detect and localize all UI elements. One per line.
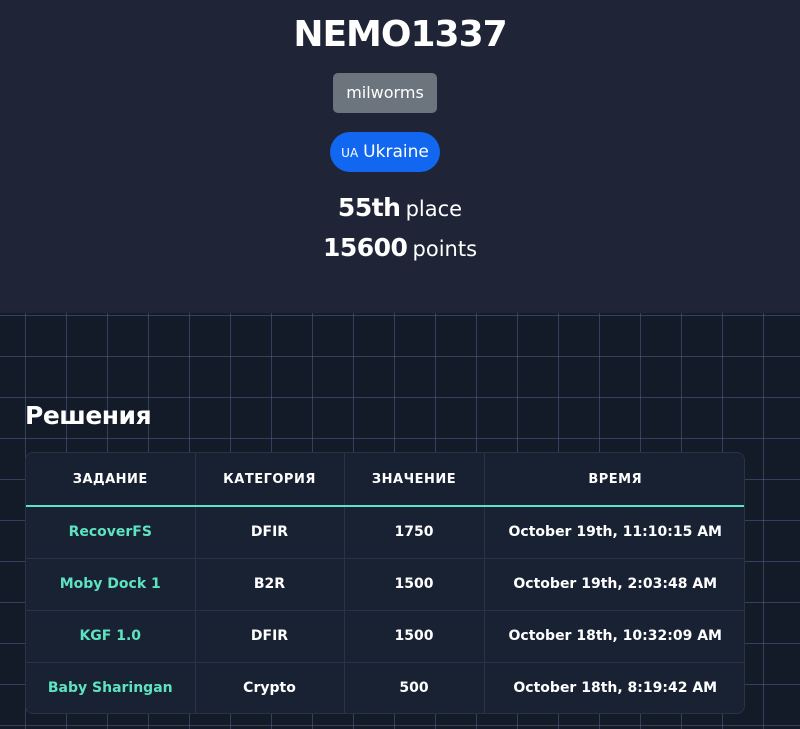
team-place: 55th place (0, 193, 800, 222)
column-header-task[interactable]: ЗАДАНИЕ (26, 453, 196, 507)
team-points: 15600 points (0, 233, 800, 262)
table-row: RecoverFS DFIR 1750 October 19th, 11:10:… (26, 506, 744, 558)
time-cell: October 19th, 2:03:48 AM (484, 557, 744, 610)
solves-title: Решения (25, 401, 152, 430)
country-badge[interactable]: UA Ukraine (330, 132, 440, 172)
value-cell: 1750 (344, 506, 485, 558)
table-row: Baby Sharingan Crypto 500 October 18th, … (26, 661, 744, 713)
category-cell: B2R (195, 557, 345, 610)
team-header: NEMO1337 milworms UA Ukraine 55th place 1… (0, 0, 800, 313)
points-label: points (412, 237, 478, 261)
value-cell: 1500 (344, 609, 485, 662)
country-code: UA (341, 146, 359, 160)
table-row: Moby Dock 1 B2R 1500 October 19th, 2:03:… (26, 557, 744, 610)
table-header-row: ЗАДАНИЕ КАТЕГОРИЯ ЗНАЧЕНИЕ ВРЕМЯ (26, 453, 744, 507)
task-link[interactable]: KGF 1.0 (26, 609, 196, 662)
category-cell: DFIR (195, 609, 345, 662)
task-link[interactable]: Moby Dock 1 (26, 557, 196, 610)
affiliation-badge[interactable]: milworms (333, 73, 437, 113)
value-cell: 500 (344, 661, 485, 713)
task-link[interactable]: Baby Sharingan (26, 661, 196, 713)
table-row: KGF 1.0 DFIR 1500 October 18th, 10:32:09… (26, 609, 744, 662)
solves-table: ЗАДАНИЕ КАТЕГОРИЯ ЗНАЧЕНИЕ ВРЕМЯ Recover… (25, 452, 745, 714)
task-link[interactable]: RecoverFS (26, 506, 196, 558)
column-header-value[interactable]: ЗНАЧЕНИЕ (344, 453, 485, 507)
category-cell: DFIR (195, 506, 345, 558)
place-number: 55th (337, 193, 401, 222)
column-header-time[interactable]: ВРЕМЯ (484, 453, 744, 507)
value-cell: 1500 (344, 557, 485, 610)
time-cell: October 18th, 10:32:09 AM (484, 609, 744, 662)
country-name: Ukraine (363, 142, 429, 162)
column-header-category[interactable]: КАТЕГОРИЯ (195, 453, 345, 507)
category-cell: Crypto (195, 661, 345, 713)
time-cell: October 19th, 11:10:15 AM (508, 524, 722, 541)
time-cell: October 18th, 8:19:42 AM (484, 661, 744, 713)
points-number: 15600 (322, 233, 408, 262)
team-name: NEMO1337 (293, 14, 507, 55)
place-label: place (405, 197, 463, 221)
